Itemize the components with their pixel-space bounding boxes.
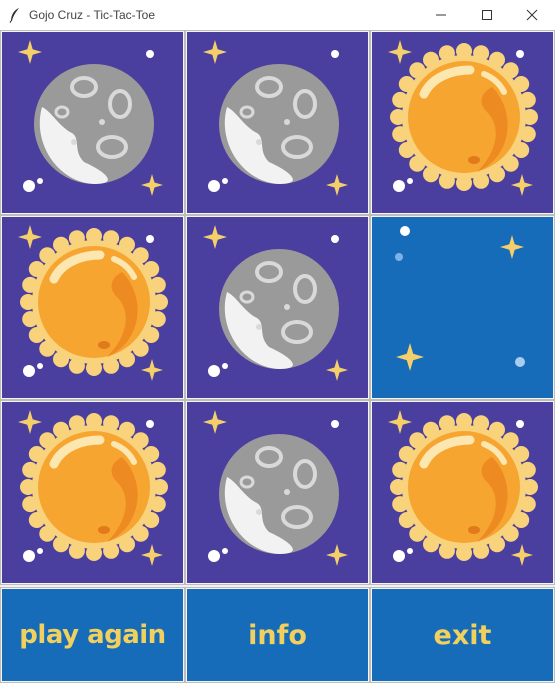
sun-icon bbox=[390, 43, 538, 191]
maximize-button[interactable] bbox=[464, 0, 510, 30]
moon-icon bbox=[219, 64, 339, 184]
bubble-icon bbox=[23, 180, 35, 192]
sun-icon bbox=[20, 228, 168, 376]
board-cell-1-1[interactable] bbox=[185, 215, 370, 400]
sun-icon bbox=[390, 413, 538, 561]
board-cell-1-2[interactable] bbox=[370, 215, 555, 400]
bubble-icon bbox=[146, 235, 154, 243]
board-cell-0-2[interactable] bbox=[370, 30, 555, 215]
board-cell-2-1[interactable] bbox=[185, 400, 370, 585]
game-board: play again info exit bbox=[0, 30, 555, 683]
bubble-icon bbox=[23, 365, 35, 377]
window-title: Gojo Cruz - Tic-Tac-Toe bbox=[29, 8, 156, 22]
bubble-icon bbox=[515, 357, 525, 367]
feather-icon bbox=[9, 8, 19, 23]
play-again-button[interactable]: play again bbox=[0, 587, 185, 683]
bubble-icon bbox=[516, 50, 524, 58]
bubble-icon bbox=[393, 550, 405, 562]
bubble-icon bbox=[208, 550, 220, 562]
minimize-icon bbox=[436, 14, 446, 16]
exit-button[interactable]: exit bbox=[370, 587, 555, 683]
bubble-icon bbox=[208, 365, 220, 377]
info-button[interactable]: info bbox=[185, 587, 370, 683]
bubble-icon bbox=[222, 363, 228, 369]
moon-icon bbox=[219, 434, 339, 554]
board-cell-0-1[interactable] bbox=[185, 30, 370, 215]
bubble-icon bbox=[208, 180, 220, 192]
bubble-icon bbox=[331, 50, 339, 58]
bubble-icon bbox=[37, 548, 43, 554]
moon-icon bbox=[34, 64, 154, 184]
bubble-icon bbox=[23, 550, 35, 562]
bubble-icon bbox=[393, 180, 405, 192]
bubble-icon bbox=[331, 235, 339, 243]
close-icon bbox=[526, 9, 538, 21]
bubble-icon bbox=[395, 253, 403, 261]
close-button[interactable] bbox=[509, 0, 555, 30]
board-cell-2-0[interactable] bbox=[0, 400, 185, 585]
minimize-button[interactable] bbox=[418, 0, 464, 30]
title-bar: Gojo Cruz - Tic-Tac-Toe bbox=[0, 0, 555, 30]
sun-icon bbox=[20, 413, 168, 561]
board-cell-2-2[interactable] bbox=[370, 400, 555, 585]
bubble-icon bbox=[146, 420, 154, 428]
bubble-icon bbox=[222, 178, 228, 184]
bubble-icon bbox=[407, 548, 413, 554]
moon-icon bbox=[219, 249, 339, 369]
bubble-icon bbox=[400, 226, 410, 236]
bubble-icon bbox=[331, 420, 339, 428]
maximize-icon bbox=[482, 10, 492, 20]
bubble-icon bbox=[146, 50, 154, 58]
bubble-icon bbox=[407, 178, 413, 184]
bubble-icon bbox=[222, 548, 228, 554]
bubble-icon bbox=[516, 420, 524, 428]
bubble-icon bbox=[37, 363, 43, 369]
bubble-icon bbox=[37, 178, 43, 184]
board-cell-1-0[interactable] bbox=[0, 215, 185, 400]
board-cell-0-0[interactable] bbox=[0, 30, 185, 215]
